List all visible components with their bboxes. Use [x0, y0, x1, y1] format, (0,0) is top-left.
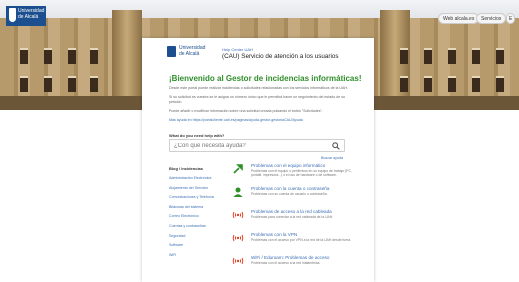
category-item[interactable]: Problemas de acceso a la red cableada Pr… [232, 207, 362, 230]
card-university-logo[interactable]: Universidad de Alcalá [167, 45, 205, 57]
network-icon [232, 211, 244, 219]
sidebar-item-correo[interactable]: Correo Electrónico [169, 214, 229, 224]
category-title[interactable]: Problemas con el equipo informático [251, 163, 325, 168]
search-label: What do you need help with? [169, 133, 225, 138]
building-tower [112, 10, 142, 110]
portal-card: Universidad de Alcalá Help Center UAH (C… [142, 38, 374, 282]
category-description: Problemas con el acceso a la red inalámb… [251, 261, 321, 265]
category-item[interactable]: WiFi / Eduroam: Problemas de acceso Prob… [232, 253, 362, 276]
university-logo[interactable]: Universidad de Alcalá [6, 6, 46, 26]
window [424, 76, 432, 92]
services-link[interactable]: Servicios [476, 13, 507, 24]
window [20, 76, 28, 92]
sidebar: Blog / Incidencias Administración Electr… [169, 166, 229, 262]
wifi-icon [232, 257, 244, 265]
card-header: Universidad de Alcalá [167, 45, 205, 57]
intro-paragraph: Puede añadir o modificar información sob… [169, 109, 323, 113]
service-title: (CAU) Servicio de atención a los usuario… [222, 53, 339, 60]
logo-line2: de Alcalá [18, 14, 39, 20]
category-description: Problemas con el equipo o periféricos en… [251, 169, 352, 178]
window [68, 76, 76, 92]
window [424, 48, 432, 64]
web-alcala-link[interactable]: Web alcala.es [438, 13, 480, 24]
window [472, 48, 480, 64]
university-crest-icon [167, 46, 176, 57]
window [496, 76, 504, 92]
category-title[interactable]: Problemas de acceso a la red cableada [251, 209, 332, 214]
vpn-icon [232, 234, 244, 242]
advanced-search-link[interactable]: Buscar ayuda [321, 156, 343, 160]
category-item[interactable]: Problemas con la cuenta o contraseña Pro… [232, 184, 362, 207]
category-item[interactable]: Problemas con la VPN Problemas con el ac… [232, 230, 362, 253]
category-title[interactable]: Problemas con la VPN [251, 232, 297, 237]
window [496, 48, 504, 64]
window [44, 76, 52, 92]
help-link[interactable]: Más ayuda en https://portalcliente.uah.e… [169, 118, 349, 123]
window [448, 76, 456, 92]
search-input[interactable] [174, 141, 324, 151]
window [44, 48, 52, 64]
category-title[interactable]: WiFi / Eduroam: Problemas de acceso [251, 255, 329, 260]
service-small-label: Help Center UAH [222, 47, 253, 52]
category-item[interactable]: Problemas con el equipo informático Prob… [232, 161, 362, 184]
university-shield-icon [9, 8, 16, 22]
sidebar-item-bitacoras[interactable]: Bitácoras del sistema [169, 205, 229, 215]
window [472, 76, 480, 92]
category-description: Problemas para conectar a la red cablead… [251, 215, 334, 219]
user-account-icon [233, 187, 243, 197]
intro-paragraph: Si su solicitud es vuestra se le asigna … [169, 95, 345, 104]
category-description: Problemas con su cuenta de usuario o con… [251, 192, 328, 196]
category-list: Problemas con el equipo informático Prob… [232, 161, 362, 276]
window [68, 48, 76, 64]
category-title[interactable]: Problemas con la cuenta o contraseña [251, 186, 329, 191]
window [90, 76, 98, 92]
card-logo-line2: de Alcalá [179, 50, 200, 57]
category-description: Problemas con el acceso por VPN a la red… [251, 238, 352, 242]
search-box[interactable] [169, 139, 345, 152]
window [90, 48, 98, 64]
sidebar-item-admin-electronica[interactable]: Administración Electrónica [169, 176, 229, 186]
window [400, 48, 408, 64]
sidebar-title: Blog / Incidencias [169, 166, 204, 171]
intro-paragraph: Desde este portal puede realizar inciden… [169, 86, 348, 90]
user-menu-button[interactable]: E [506, 13, 516, 24]
sidebar-item-comunicaciones[interactable]: Comunicaciones y Telefonía [169, 195, 229, 205]
window [20, 48, 28, 64]
sidebar-item-alojamiento[interactable]: Alojamiento del Servidor [169, 186, 229, 196]
sidebar-item-cuentas[interactable]: Cuentas y contraseñas [169, 224, 229, 234]
tools-icon [233, 164, 243, 174]
sidebar-item-software[interactable]: Software [169, 243, 229, 253]
welcome-heading: ¡Bienvenido al Gestor de incidencias inf… [169, 74, 362, 83]
sidebar-item-wifi[interactable]: WiFi [169, 253, 229, 263]
sidebar-item-seguridad[interactable]: Seguridad [169, 234, 229, 244]
window [448, 48, 456, 64]
window [400, 76, 408, 92]
search-icon[interactable] [332, 142, 340, 150]
